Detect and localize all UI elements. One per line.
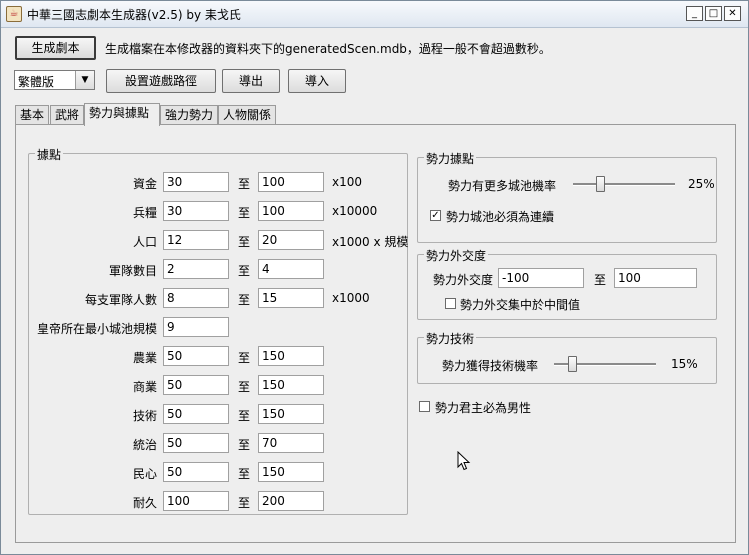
tab-forces-cities[interactable]: 勢力與據點 — [84, 103, 160, 126]
city-row-min-input[interactable]: 50 — [163, 404, 229, 424]
city-row-max-input[interactable]: 15 — [258, 288, 324, 308]
contiguous-cities-label: 勢力城池必須為連續 — [446, 210, 555, 224]
maximize-button[interactable]: □ — [705, 6, 722, 21]
city-row-min-input[interactable]: 50 — [163, 346, 229, 366]
city-row-to-label: 至 — [238, 235, 251, 249]
city-row-unit-label: x1000 — [332, 291, 370, 305]
city-row-label: 皇帝所在最小城池規模 — [36, 322, 157, 336]
force-city-group-title: 勢力據點 — [424, 150, 477, 167]
diplomacy-min-input[interactable]: -100 — [498, 268, 584, 288]
city-row-min-input[interactable]: 30 — [163, 201, 229, 221]
city-row-max-input[interactable]: 20 — [258, 230, 324, 250]
import-button[interactable]: 導入 — [288, 69, 346, 93]
city-row-label: 商業 — [132, 380, 157, 394]
slider-track — [573, 183, 675, 186]
city-row-min-input[interactable]: 2 — [163, 259, 229, 279]
city-row-min-input[interactable]: 100 — [163, 491, 229, 511]
diplomacy-to-label: 至 — [594, 273, 607, 287]
more-cities-chance-slider[interactable] — [573, 174, 675, 194]
tech-chance-slider[interactable] — [554, 354, 656, 374]
tech-group: 勢力技術 勢力獲得技術機率 15% — [417, 330, 717, 384]
city-row-to-label: 至 — [238, 409, 251, 423]
city-row-label: 技術 — [132, 409, 157, 423]
window-title: 中華三國志劇本生成器(v2.5) by 耒戈氏 — [27, 8, 241, 22]
force-city-slider-value: 25% — [688, 177, 715, 191]
city-row-to-label: 至 — [238, 177, 251, 191]
tech-group-title: 勢力技術 — [424, 330, 477, 347]
set-game-path-button[interactable]: 設置遊戲路徑 — [106, 69, 216, 93]
city-row-label: 農業 — [132, 351, 157, 365]
city-row-label: 軍隊數目 — [108, 264, 157, 278]
contiguous-cities-checkbox[interactable]: ✓ — [430, 210, 441, 221]
tab-panel-forces-cities: 據點 資金 30 至 100 x100 兵糧 30 至 100 x10000 人口 12 至 20 x100… — [15, 124, 736, 543]
city-row-min-input[interactable]: 50 — [163, 462, 229, 482]
language-select-value: 繁體版 — [18, 75, 55, 89]
city-row-max-input[interactable]: 150 — [258, 375, 324, 395]
city-row-max-input[interactable]: 4 — [258, 259, 324, 279]
city-row-label: 資金 — [132, 177, 157, 191]
diplomacy-group-title: 勢力外交度 — [424, 247, 489, 264]
city-row-label: 民心 — [132, 467, 157, 481]
city-row-to-label: 至 — [238, 438, 251, 452]
city-row-label: 人口 — [132, 235, 157, 249]
city-row-min-input[interactable]: 9 — [163, 317, 229, 337]
city-row-max-input[interactable]: 150 — [258, 404, 324, 424]
diplomacy-max-input[interactable]: 100 — [614, 268, 697, 288]
minimize-button[interactable]: _ — [686, 6, 703, 21]
city-row-min-input[interactable]: 50 — [163, 375, 229, 395]
ruler-male-label: 勢力君主必為男性 — [435, 401, 532, 415]
close-button[interactable]: ✕ — [724, 6, 741, 21]
generate-scenario-button[interactable]: 生成劇本 — [15, 36, 96, 60]
force-city-group: 勢力據點 勢力有更多城池機率 25% ✓ 勢力城池必須為連續 — [417, 150, 717, 243]
slider-thumb[interactable] — [568, 356, 577, 372]
title-bar[interactable]: ☕ 中華三國志劇本生成器(v2.5) by 耒戈氏 _ □ ✕ — [1, 1, 748, 28]
city-row-label: 統治 — [132, 438, 157, 452]
city-group: 據點 資金 30 至 100 x100 兵糧 30 至 100 x10000 人口 12 至 20 x100… — [28, 146, 409, 515]
tab-relations[interactable]: 人物關係 — [218, 105, 276, 125]
mouse-cursor-icon — [457, 451, 471, 471]
export-button[interactable]: 導出 — [222, 69, 280, 93]
city-row-to-label: 至 — [238, 467, 251, 481]
tech-slider-label: 勢力獲得技術機率 — [442, 359, 539, 373]
generate-info-text: 生成檔案在本修改器的資料夾下的generatedScen.mdb，過程一般不會超… — [105, 42, 551, 56]
java-app-icon: ☕ — [6, 6, 22, 22]
city-row-max-input[interactable]: 150 — [258, 462, 324, 482]
city-row-to-label: 至 — [238, 206, 251, 220]
city-row-max-input[interactable]: 150 — [258, 346, 324, 366]
city-group-title: 據點 — [35, 146, 64, 163]
city-row-max-input[interactable]: 200 — [258, 491, 324, 511]
city-row-unit-label: x1000 x 規模 — [332, 235, 409, 249]
city-row-min-input[interactable]: 50 — [163, 433, 229, 453]
chevron-down-icon[interactable]: ▼ — [75, 71, 94, 89]
diplomacy-center-label: 勢力外交集中於中間值 — [460, 298, 581, 312]
city-row-min-input[interactable]: 8 — [163, 288, 229, 308]
city-row-to-label: 至 — [238, 380, 251, 394]
language-select[interactable]: 繁體版 ▼ — [14, 70, 95, 90]
app-window: ☕ 中華三國志劇本生成器(v2.5) by 耒戈氏 _ □ ✕ 生成劇本 生成檔… — [0, 0, 749, 555]
city-row-min-input[interactable]: 12 — [163, 230, 229, 250]
city-row-to-label: 至 — [238, 293, 251, 307]
diplomacy-label: 勢力外交度 — [433, 273, 494, 287]
city-row-max-input[interactable]: 70 — [258, 433, 324, 453]
diplomacy-center-checkbox[interactable] — [445, 298, 456, 309]
diplomacy-group: 勢力外交度 勢力外交度 -100 至 100 勢力外交集中於中間值 — [417, 247, 717, 320]
tab-basic[interactable]: 基本 — [15, 105, 49, 125]
city-row-to-label: 至 — [238, 496, 251, 510]
tech-slider-value: 15% — [671, 357, 698, 371]
city-row-max-input[interactable]: 100 — [258, 201, 324, 221]
city-row-min-input[interactable]: 30 — [163, 172, 229, 192]
city-row-label: 兵糧 — [132, 206, 157, 220]
city-row-label: 耐久 — [132, 496, 157, 510]
slider-thumb[interactable] — [596, 176, 605, 192]
city-row-label: 每支軍隊人數 — [84, 293, 157, 307]
tab-generals[interactable]: 武將 — [50, 105, 84, 125]
force-city-slider-label: 勢力有更多城池機率 — [448, 179, 557, 193]
ruler-male-checkbox[interactable] — [419, 401, 430, 412]
city-row-max-input[interactable]: 100 — [258, 172, 324, 192]
city-row-unit-label: x10000 — [332, 204, 378, 218]
city-row-unit-label: x100 — [332, 175, 363, 189]
city-row-to-label: 至 — [238, 351, 251, 365]
city-row-to-label: 至 — [238, 264, 251, 278]
tab-strong-forces[interactable]: 強力勢力 — [160, 105, 218, 125]
